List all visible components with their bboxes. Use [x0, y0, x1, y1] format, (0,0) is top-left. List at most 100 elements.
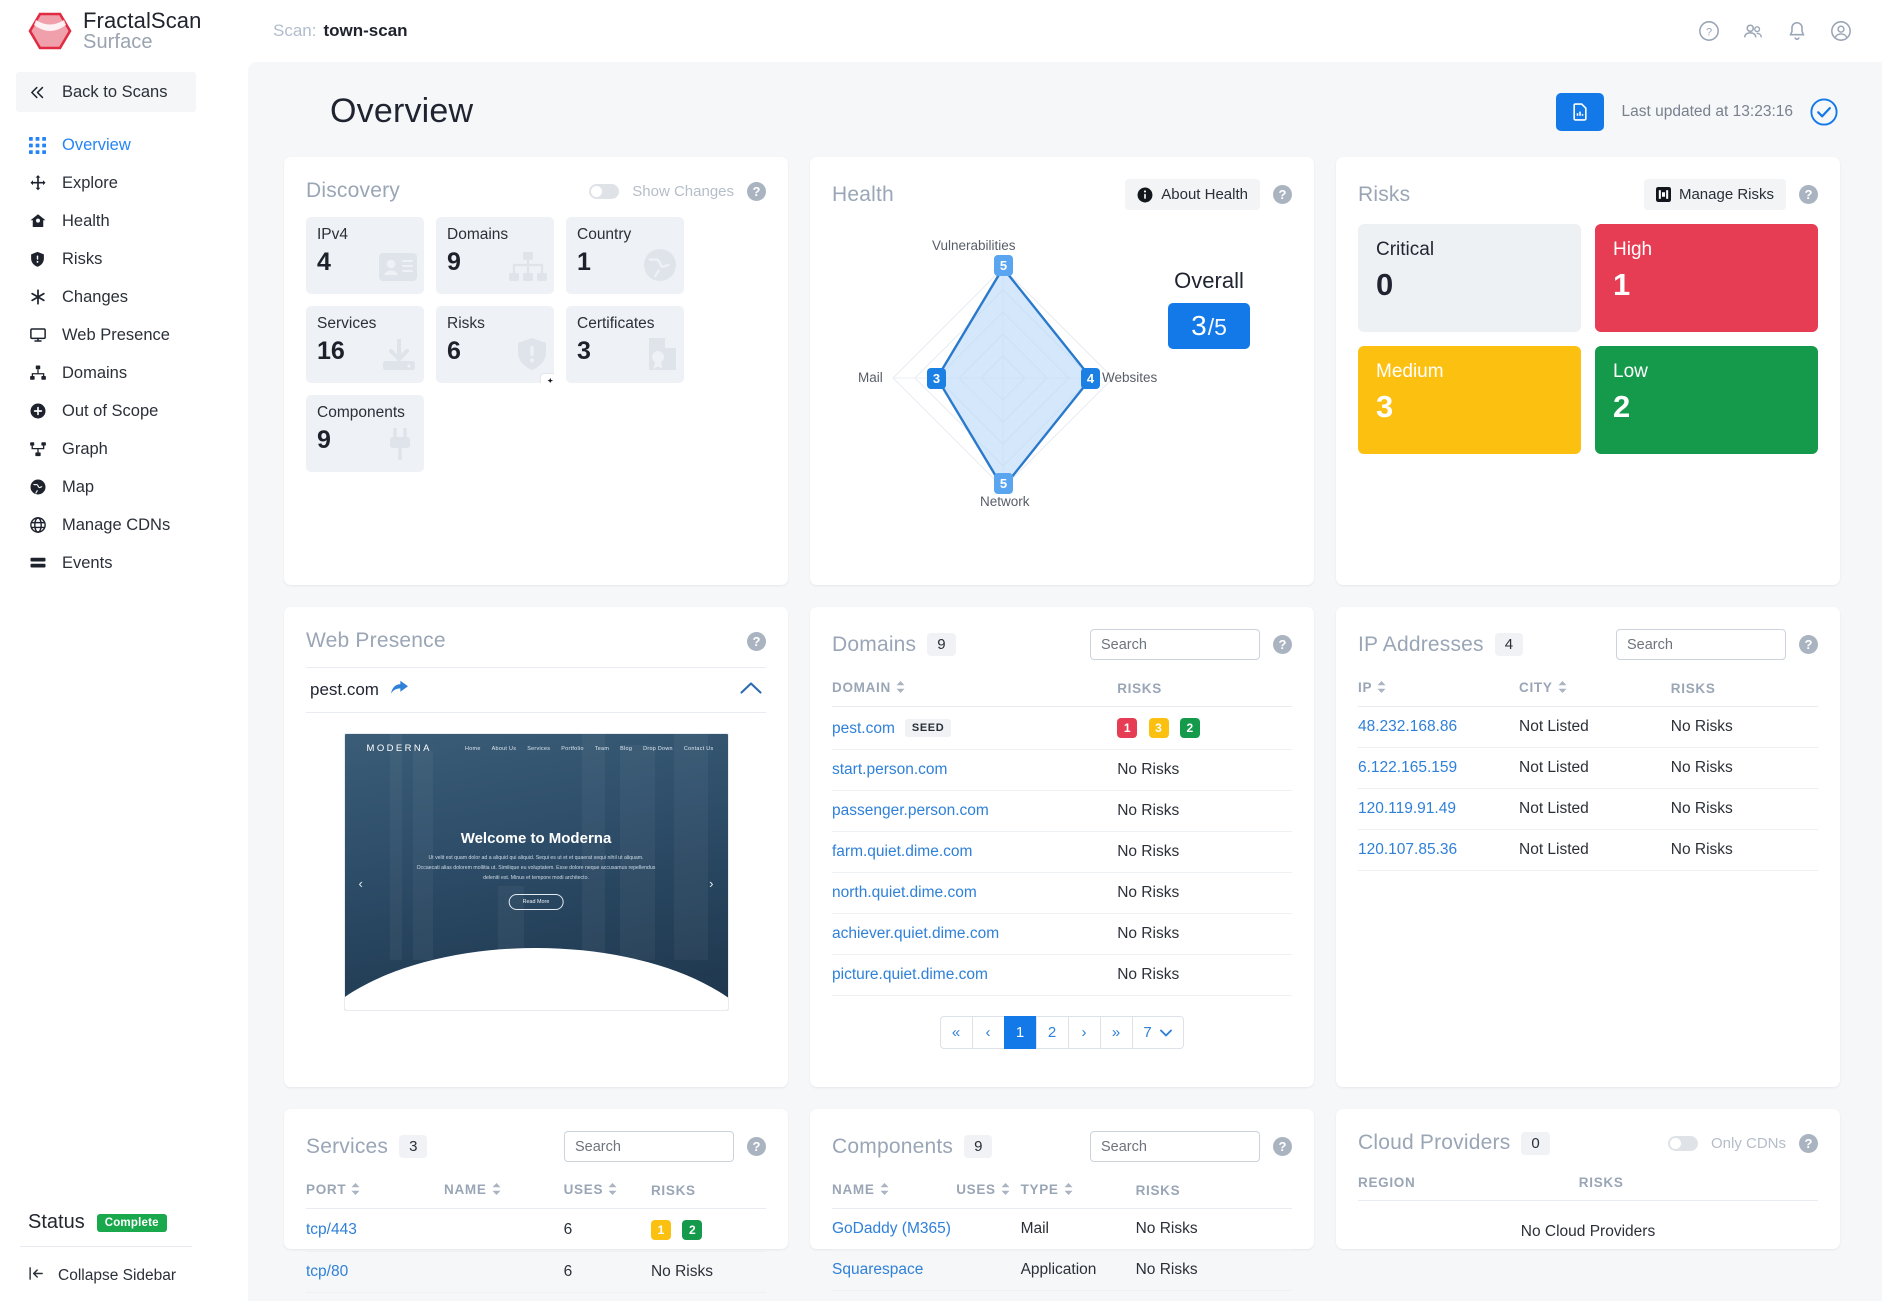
component-link[interactable]: GoDaddy (M365): [832, 1220, 951, 1237]
domain-link[interactable]: picture.quiet.dime.com: [832, 966, 988, 983]
page-prev-button[interactable]: ‹: [971, 1016, 1005, 1049]
table-row[interactable]: achiever.quiet.dime.com No Risks: [832, 913, 1292, 955]
domain-link[interactable]: start.person.com: [832, 761, 947, 778]
table-row[interactable]: start.person.com No Risks: [832, 749, 1292, 791]
sidebar-item-explore[interactable]: Explore: [0, 164, 212, 202]
table-row[interactable]: GoDaddy (M365) Mail No Risks: [832, 1208, 1292, 1250]
manage-risks-button[interactable]: Manage Risks: [1643, 179, 1786, 210]
domains-search-input[interactable]: [1090, 629, 1260, 660]
table-row[interactable]: tcp/443 6 1 2: [306, 1208, 766, 1252]
help-icon[interactable]: ?: [747, 181, 766, 201]
domain-link[interactable]: farm.quiet.dime.com: [832, 843, 972, 860]
components-col-name[interactable]: NAME: [832, 1176, 957, 1209]
discovery-tile-country[interactable]: Country 1: [566, 217, 684, 294]
table-row[interactable]: 48.232.168.86 Not Listed No Risks: [1358, 706, 1818, 748]
sidebar-item-domains[interactable]: Domains: [0, 354, 212, 392]
table-row[interactable]: farm.quiet.dime.com No Risks: [832, 831, 1292, 873]
domain-link[interactable]: pest.com: [832, 720, 895, 737]
open-external-icon[interactable]: [390, 680, 408, 700]
collapse-sidebar-button[interactable]: Collapse Sidebar: [0, 1247, 212, 1287]
sidebar-item-graph[interactable]: Graph: [0, 430, 212, 468]
domain-link[interactable]: achiever.quiet.dime.com: [832, 925, 999, 942]
sidebar-item-health[interactable]: Health: [0, 202, 212, 240]
sidebar-item-web-presence[interactable]: Web Presence: [0, 316, 212, 354]
table-row[interactable]: north.quiet.dime.com No Risks: [832, 872, 1292, 914]
risk-tile-medium[interactable]: Medium 3: [1358, 346, 1581, 454]
ip-link[interactable]: 120.107.85.36: [1358, 841, 1457, 858]
discovery-tile-certificates[interactable]: Certificates 3: [566, 306, 684, 383]
page-last-button[interactable]: »: [1099, 1016, 1133, 1049]
risk-tile-low[interactable]: Low 2: [1595, 346, 1818, 454]
ai-sparkle-button[interactable]: [540, 373, 554, 383]
about-health-button[interactable]: About Health: [1125, 179, 1260, 210]
bell-icon[interactable]: [1786, 20, 1808, 42]
page-1-button[interactable]: 1: [1003, 1016, 1037, 1049]
table-row[interactable]: tcp/80 6 No Risks: [306, 1251, 766, 1293]
page-first-button[interactable]: «: [939, 1016, 973, 1049]
people-icon[interactable]: [1742, 20, 1764, 42]
download-report-button[interactable]: [1556, 92, 1605, 131]
show-changes-toggle[interactable]: [589, 183, 620, 199]
table-row[interactable]: 6.122.165.159 Not Listed No Risks: [1358, 747, 1818, 789]
table-row[interactable]: Squarespace Application No Risks: [832, 1249, 1292, 1291]
table-row[interactable]: pest.com SEED 1 3 2: [832, 706, 1292, 750]
domain-link[interactable]: north.quiet.dime.com: [832, 884, 977, 901]
screenshot-read-more-button[interactable]: Read More: [508, 894, 564, 910]
help-icon[interactable]: ?: [747, 631, 766, 651]
help-icon[interactable]: ?: [1799, 1133, 1818, 1153]
chevron-up-icon[interactable]: [740, 681, 762, 700]
help-icon[interactable]: ?: [1799, 185, 1818, 204]
table-row[interactable]: picture.quiet.dime.com No Risks: [832, 954, 1292, 996]
table-row[interactable]: 120.107.85.36 Not Listed No Risks: [1358, 829, 1818, 871]
ip-link[interactable]: 120.119.91.49: [1358, 800, 1456, 817]
ip-search-input[interactable]: [1616, 629, 1786, 660]
only-cdns-toggle[interactable]: [1667, 1135, 1698, 1151]
services-col-name[interactable]: NAME: [444, 1176, 564, 1209]
sidebar-item-events[interactable]: Events: [0, 544, 212, 582]
services-col-uses[interactable]: USES: [563, 1176, 651, 1209]
page-2-button[interactable]: 2: [1035, 1016, 1069, 1049]
domains-col-domain[interactable]: DOMAIN: [832, 674, 1118, 707]
account-icon[interactable]: [1830, 20, 1852, 42]
discovery-tile-components[interactable]: Components 9: [306, 395, 424, 472]
ip-link[interactable]: 6.122.165.159: [1358, 759, 1457, 776]
ip-col-city[interactable]: CITY: [1519, 674, 1671, 707]
services-col-port[interactable]: PORT: [306, 1176, 444, 1209]
sidebar-item-risks[interactable]: Risks: [0, 240, 212, 278]
carousel-next-icon[interactable]: ›: [709, 876, 713, 891]
help-icon[interactable]: ?: [747, 1137, 766, 1156]
components-col-uses[interactable]: USES: [956, 1176, 1021, 1209]
risk-tile-critical[interactable]: Critical 0: [1358, 224, 1581, 332]
ip-col-ip[interactable]: IP: [1358, 674, 1519, 707]
sidebar-item-changes[interactable]: Changes: [0, 278, 212, 316]
help-icon[interactable]: ?: [1273, 185, 1292, 204]
service-port-link[interactable]: tcp/80: [306, 1263, 348, 1280]
sidebar-item-map[interactable]: Map: [0, 468, 212, 506]
sidebar-item-manage-cdns[interactable]: Manage CDNs: [0, 506, 212, 544]
brand-logo[interactable]: FractalScan Surface: [0, 9, 212, 52]
sidebar-back-to-scans[interactable]: Back to Scans: [16, 72, 196, 112]
discovery-tile-services[interactable]: Services 16: [306, 306, 424, 383]
risk-tile-high[interactable]: High 1: [1595, 224, 1818, 332]
sidebar-item-overview[interactable]: Overview: [0, 126, 212, 164]
help-icon[interactable]: ?: [1273, 1137, 1292, 1156]
web-presence-domain-row[interactable]: pest.com: [306, 667, 766, 713]
table-row[interactable]: 120.119.91.49 Not Listed No Risks: [1358, 788, 1818, 830]
service-port-link[interactable]: tcp/443: [306, 1221, 357, 1238]
components-search-input[interactable]: [1090, 1131, 1260, 1162]
help-icon[interactable]: ?: [1273, 635, 1292, 654]
discovery-tile-ipv4[interactable]: IPv4 4: [306, 217, 424, 294]
components-col-type[interactable]: TYPE: [1020, 1176, 1136, 1209]
table-row[interactable]: passenger.person.com No Risks: [832, 790, 1292, 832]
carousel-prev-icon[interactable]: ‹: [359, 876, 363, 891]
page-size-select[interactable]: 7: [1131, 1016, 1184, 1049]
ip-link[interactable]: 48.232.168.86: [1358, 718, 1457, 735]
services-search-input[interactable]: [564, 1131, 734, 1162]
domain-link[interactable]: passenger.person.com: [832, 802, 989, 819]
web-presence-screenshot[interactable]: MODERNA Home About Us Services Portfolio…: [343, 733, 729, 1011]
help-icon[interactable]: ?: [1698, 20, 1720, 42]
component-link[interactable]: Squarespace: [832, 1261, 923, 1278]
page-next-button[interactable]: ›: [1067, 1016, 1101, 1049]
discovery-tile-domains[interactable]: Domains 9: [436, 217, 554, 294]
discovery-tile-risks[interactable]: Risks 6: [436, 306, 554, 383]
